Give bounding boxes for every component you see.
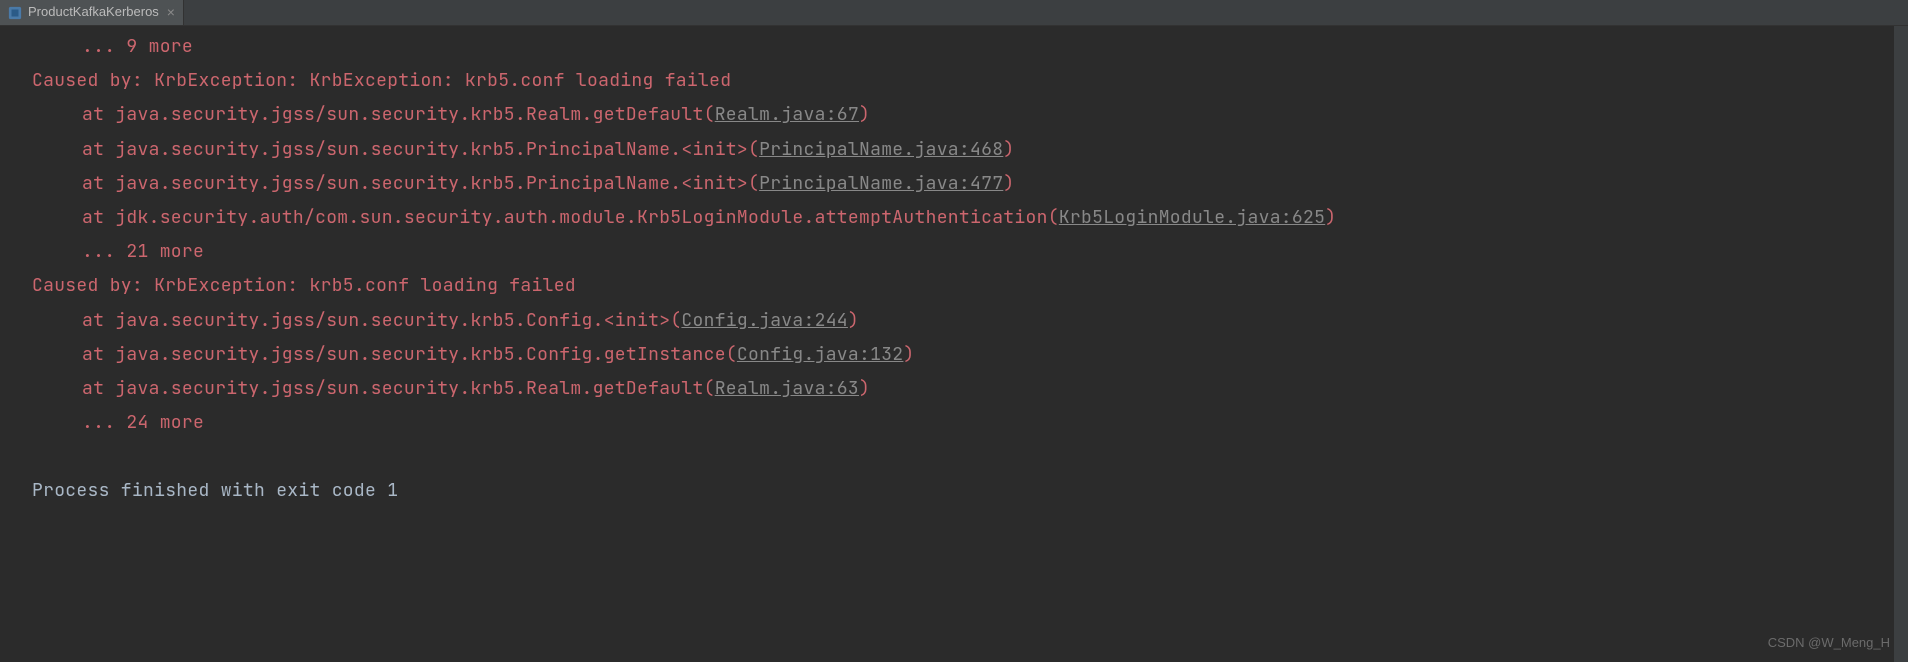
console-line: ... 9 more — [10, 30, 1908, 64]
source-link[interactable]: Realm.java:67 — [715, 103, 859, 126]
scrollbar-vertical[interactable] — [1894, 26, 1908, 662]
stack-prefix: at java.security.jgss/sun.security.krb5.… — [82, 377, 715, 400]
stack-suffix: ) — [848, 309, 859, 332]
stack-prefix: at jdk.security.auth/com.sun.security.au… — [82, 206, 1059, 229]
stack-suffix: ) — [1003, 138, 1014, 161]
console-line: Caused by: KrbException: krb5.conf loadi… — [10, 269, 1908, 303]
watermark: CSDN @W_Meng_H — [1768, 631, 1890, 656]
console-line: ... 24 more — [10, 406, 1908, 440]
console-line: ... 21 more — [10, 235, 1908, 269]
error-text: ... 24 more — [82, 411, 204, 434]
console-line: at java.security.jgss/sun.security.krb5.… — [10, 167, 1908, 201]
source-link[interactable]: PrincipalName.java:477 — [759, 172, 1003, 195]
error-text: Caused by: KrbException: krb5.conf loadi… — [32, 274, 576, 297]
stack-suffix: ) — [859, 377, 870, 400]
console-line — [10, 440, 1908, 474]
error-text: Caused by: KrbException: KrbException: k… — [32, 69, 731, 92]
stack-suffix: ) — [1003, 172, 1014, 195]
console-line: at jdk.security.auth/com.sun.security.au… — [10, 201, 1908, 235]
tab-bar: ProductKafkaKerberos × — [0, 0, 1908, 26]
source-link[interactable]: PrincipalName.java:468 — [759, 138, 1003, 161]
stack-prefix: at java.security.jgss/sun.security.krb5.… — [82, 172, 759, 195]
stack-prefix: at java.security.jgss/sun.security.krb5.… — [82, 138, 759, 161]
run-tab[interactable]: ProductKafkaKerberos × — [0, 0, 184, 25]
stack-prefix: at java.security.jgss/sun.security.krb5.… — [82, 343, 737, 366]
source-link[interactable]: Config.java:132 — [737, 343, 904, 366]
console-line: at java.security.jgss/sun.security.krb5.… — [10, 133, 1908, 167]
error-text: ... 9 more — [82, 35, 193, 58]
console-line: Caused by: KrbException: KrbException: k… — [10, 64, 1908, 98]
error-text: ... 21 more — [82, 240, 204, 263]
console-line: at java.security.jgss/sun.security.krb5.… — [10, 98, 1908, 132]
stack-suffix: ) — [1325, 206, 1336, 229]
process-status: Process finished with exit code 1 — [32, 479, 398, 502]
stack-suffix: ) — [903, 343, 914, 366]
source-link[interactable]: Krb5LoginModule.java:625 — [1059, 206, 1325, 229]
source-link[interactable]: Realm.java:63 — [715, 377, 859, 400]
run-config-icon — [8, 6, 22, 20]
console-output[interactable]: ... 9 more Caused by: KrbException: KrbEx… — [0, 26, 1908, 509]
stack-prefix: at java.security.jgss/sun.security.krb5.… — [82, 103, 715, 126]
stack-suffix: ) — [859, 103, 870, 126]
error-text — [32, 445, 43, 468]
console-line: at java.security.jgss/sun.security.krb5.… — [10, 372, 1908, 406]
tab-title: ProductKafkaKerberos — [28, 0, 159, 25]
console-line: at java.security.jgss/sun.security.krb5.… — [10, 304, 1908, 338]
console-line: at java.security.jgss/sun.security.krb5.… — [10, 338, 1908, 372]
source-link[interactable]: Config.java:244 — [681, 309, 848, 332]
console-line: Process finished with exit code 1 — [10, 474, 1908, 508]
close-icon[interactable]: × — [167, 0, 175, 26]
stack-prefix: at java.security.jgss/sun.security.krb5.… — [82, 309, 681, 332]
